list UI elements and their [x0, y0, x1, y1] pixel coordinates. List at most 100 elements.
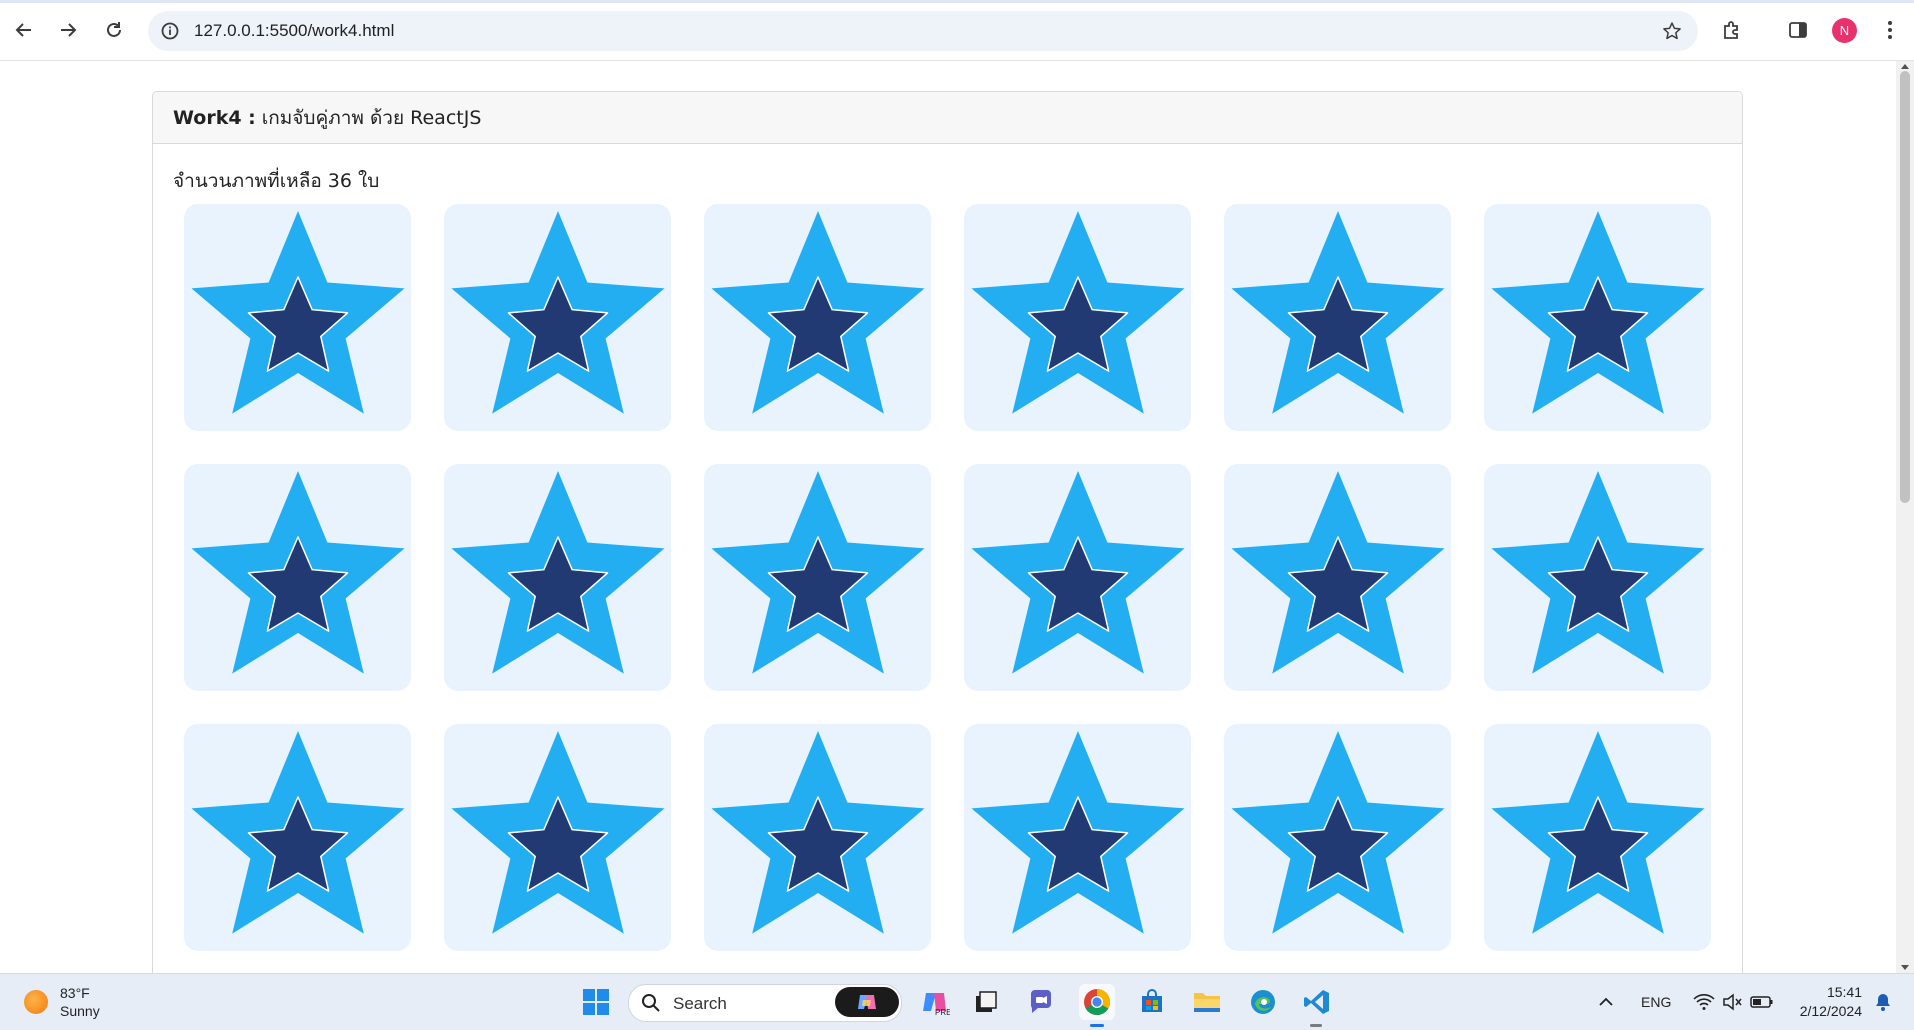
- star-icon: [451, 730, 664, 934]
- tab-strip: [0, 0, 1914, 3]
- url-text[interactable]: 127.0.0.1:5500/work4.html: [194, 21, 394, 41]
- memory-card[interactable]: [1224, 724, 1451, 951]
- star-icon: [711, 470, 924, 674]
- clock-date: 2/12/2024: [1799, 1003, 1862, 1019]
- memory-card[interactable]: [1224, 204, 1451, 431]
- star-icon: [971, 210, 1184, 414]
- taskbar-search[interactable]: Search: [628, 984, 902, 1022]
- memory-card[interactable]: [1484, 204, 1711, 431]
- extensions-icon[interactable]: [1718, 16, 1746, 44]
- network-status[interactable]: [1693, 974, 1715, 1030]
- weather-temp: 83°F: [60, 985, 90, 1001]
- memory-card[interactable]: [1484, 464, 1711, 691]
- forward-button[interactable]: [52, 14, 84, 46]
- star-icon: [191, 210, 404, 414]
- vscode-app[interactable]: [1299, 984, 1335, 1020]
- weather-condition: Sunny: [60, 1003, 100, 1019]
- scroll-up-arrow-icon[interactable]: [1901, 64, 1909, 69]
- profile-avatar[interactable]: N: [1832, 18, 1857, 43]
- star-icon: [1231, 210, 1444, 414]
- memory-card[interactable]: [184, 464, 411, 691]
- card-body: จำนวนภาพที่เหลือ 36 ใบ: [153, 144, 1742, 196]
- arrow-left-icon: [15, 23, 31, 37]
- memory-card[interactable]: [1484, 724, 1711, 951]
- bell-icon: [1876, 994, 1890, 1011]
- taskbar: 83°F Sunny Search PRE ENG 15:41 2/12/202…: [0, 973, 1914, 1030]
- site-info-icon[interactable]: [158, 19, 182, 43]
- copilot-pre-icon: PRE: [923, 993, 950, 1017]
- star-icon: [1491, 210, 1704, 414]
- game-card: Work4 : เกมจับคู่ภาพ ด้วย ReactJS จำนวนภ…: [152, 91, 1743, 973]
- arrow-right-icon: [61, 23, 77, 37]
- battery-status[interactable]: [1750, 974, 1774, 1030]
- memory-card[interactable]: [444, 464, 671, 691]
- chrome-icon: [1084, 988, 1111, 1016]
- memory-card[interactable]: [704, 204, 931, 431]
- teams-chat-icon: [1030, 990, 1051, 1013]
- star-icon: [711, 210, 924, 414]
- task-view-app[interactable]: [968, 984, 1004, 1020]
- edge-icon: [1251, 990, 1275, 1014]
- scrollbar-thumb[interactable]: [1900, 71, 1910, 503]
- page-viewport: Work4 : เกมจับคู่ภาพ ด้วย ReactJS จำนวนภ…: [0, 61, 1896, 973]
- memory-card[interactable]: [964, 464, 1191, 691]
- notifications-button[interactable]: [1874, 974, 1892, 1030]
- memory-card[interactable]: [444, 724, 671, 951]
- star-icon: [1491, 470, 1704, 674]
- edge-app[interactable]: [1245, 984, 1281, 1020]
- memory-card[interactable]: [704, 724, 931, 951]
- system-clock[interactable]: 15:41 2/12/2024: [1792, 983, 1862, 1021]
- search-label: Search: [673, 994, 727, 1013]
- star-icon: [191, 730, 404, 934]
- chrome-active-indicator: [1090, 1024, 1104, 1027]
- tray-overflow-button[interactable]: [1598, 974, 1614, 1030]
- clock-time: 15:41: [1826, 984, 1862, 1000]
- card-title-bold: Work4 :: [173, 106, 256, 129]
- store-bag-icon: [1142, 989, 1162, 1012]
- memory-card[interactable]: [964, 204, 1191, 431]
- scroll-down-arrow-icon[interactable]: [1901, 965, 1909, 970]
- card-header: Work4 : เกมจับคู่ภาพ ด้วย ReactJS: [153, 92, 1742, 144]
- windows-logo-icon: [583, 989, 609, 1015]
- star-icon: [971, 730, 1184, 934]
- star-icon: [451, 210, 664, 414]
- store-app[interactable]: [1134, 984, 1170, 1020]
- memory-card[interactable]: [184, 204, 411, 431]
- vertical-scrollbar[interactable]: [1896, 61, 1914, 973]
- teams-app[interactable]: [1023, 984, 1059, 1020]
- bookmark-star-icon[interactable]: [1660, 19, 1684, 43]
- weather-widget[interactable]: 83°F Sunny: [24, 984, 100, 1020]
- reload-icon: [107, 22, 121, 37]
- battery-icon: [1750, 996, 1773, 1008]
- star-icon: [1231, 470, 1444, 674]
- folder-icon: [1194, 993, 1220, 1012]
- copilot-pre-app[interactable]: PRE: [917, 984, 953, 1020]
- copilot-icon[interactable]: [835, 987, 899, 1017]
- language-indicator[interactable]: ENG: [1641, 974, 1671, 1030]
- card-grid: [184, 204, 1711, 951]
- menu-kebab-icon[interactable]: [1876, 16, 1904, 44]
- volume-status[interactable]: [1722, 974, 1742, 1030]
- star-icon: [711, 730, 924, 934]
- memory-card[interactable]: [184, 724, 411, 951]
- vscode-running-indicator: [1310, 1024, 1322, 1027]
- browser-toolbar: 127.0.0.1:5500/work4.html N: [0, 0, 1914, 61]
- memory-card[interactable]: [1224, 464, 1451, 691]
- vscode-icon: [1304, 990, 1329, 1014]
- search-icon: [641, 993, 661, 1018]
- side-panel-icon[interactable]: [1784, 16, 1812, 44]
- remaining-count-text: จำนวนภาพที่เหลือ 36 ใบ: [173, 170, 380, 192]
- reload-button[interactable]: [98, 14, 130, 46]
- file-explorer-app[interactable]: [1189, 984, 1225, 1020]
- memory-card[interactable]: [444, 204, 671, 431]
- chrome-app[interactable]: [1079, 984, 1115, 1020]
- star-icon: [191, 470, 404, 674]
- volume-muted-icon: [1723, 993, 1742, 1011]
- start-button[interactable]: [578, 984, 614, 1020]
- memory-card[interactable]: [964, 724, 1191, 951]
- address-bar[interactable]: 127.0.0.1:5500/work4.html: [148, 11, 1698, 51]
- back-button[interactable]: [8, 14, 40, 46]
- memory-card[interactable]: [704, 464, 931, 691]
- star-icon: [1231, 730, 1444, 934]
- sun-icon: [24, 990, 48, 1014]
